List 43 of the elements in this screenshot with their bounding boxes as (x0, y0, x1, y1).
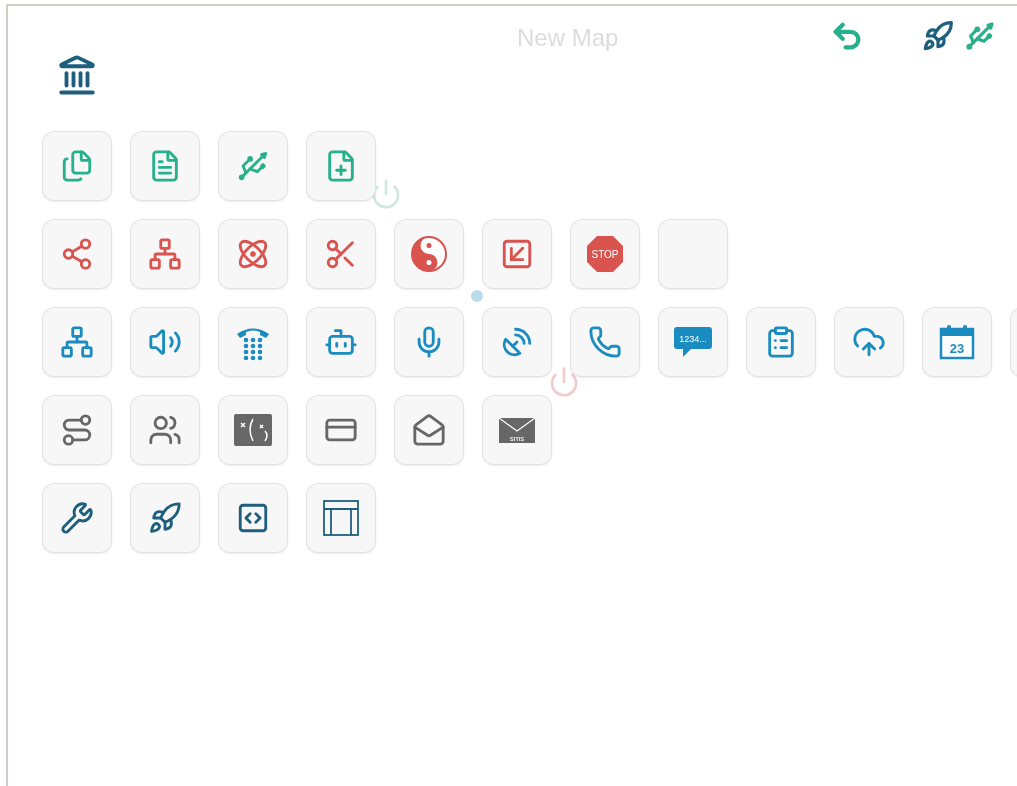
tool-tile[interactable] (306, 307, 376, 377)
tool-tile[interactable] (394, 219, 464, 289)
tool-tile[interactable] (834, 307, 904, 377)
tool-tile[interactable] (746, 307, 816, 377)
rocket-icon[interactable] (922, 20, 955, 52)
tool-tile[interactable]: STOP (570, 219, 640, 289)
tool-tile[interactable]: 23 (922, 307, 992, 377)
tool-tile[interactable] (42, 307, 112, 377)
tool-tile[interactable] (482, 307, 552, 377)
usb-icon[interactable] (964, 20, 997, 52)
sms-label: sms (509, 434, 525, 443)
bank-icon[interactable] (56, 54, 98, 96)
tool-tile[interactable] (306, 131, 376, 201)
power-icon (548, 366, 580, 398)
tool-tile[interactable] (218, 219, 288, 289)
tool-tile[interactable] (218, 307, 288, 377)
tool-tile[interactable] (218, 395, 288, 465)
tool-tile[interactable] (218, 483, 288, 553)
tool-tile[interactable] (130, 219, 200, 289)
tool-tile[interactable]: sms (482, 395, 552, 465)
tool-tile[interactable] (218, 131, 288, 201)
tool-tile[interactable] (482, 219, 552, 289)
tool-tile[interactable] (42, 395, 112, 465)
tool-tile[interactable] (306, 395, 376, 465)
power-icon (370, 178, 402, 210)
stop-label: STOP (591, 249, 619, 260)
tool-tile[interactable] (306, 483, 376, 553)
tool-tile[interactable] (130, 131, 200, 201)
tool-tile[interactable] (130, 483, 200, 553)
tool-tile[interactable] (42, 219, 112, 289)
tool-tile[interactable] (394, 395, 464, 465)
tool-tile[interactable] (42, 131, 112, 201)
tool-tile[interactable] (130, 395, 200, 465)
tool-tile[interactable] (570, 307, 640, 377)
tool-tile[interactable]: 1234... (658, 307, 728, 377)
calendar-date: 23 (949, 341, 965, 356)
tool-tile[interactable] (394, 307, 464, 377)
tool-tile[interactable] (130, 307, 200, 377)
tool-tile[interactable] (306, 219, 376, 289)
tool-tile[interactable] (42, 483, 112, 553)
connector-dot (471, 290, 483, 302)
message-label: 1234... (679, 334, 707, 344)
tool-tile[interactable] (658, 219, 728, 289)
